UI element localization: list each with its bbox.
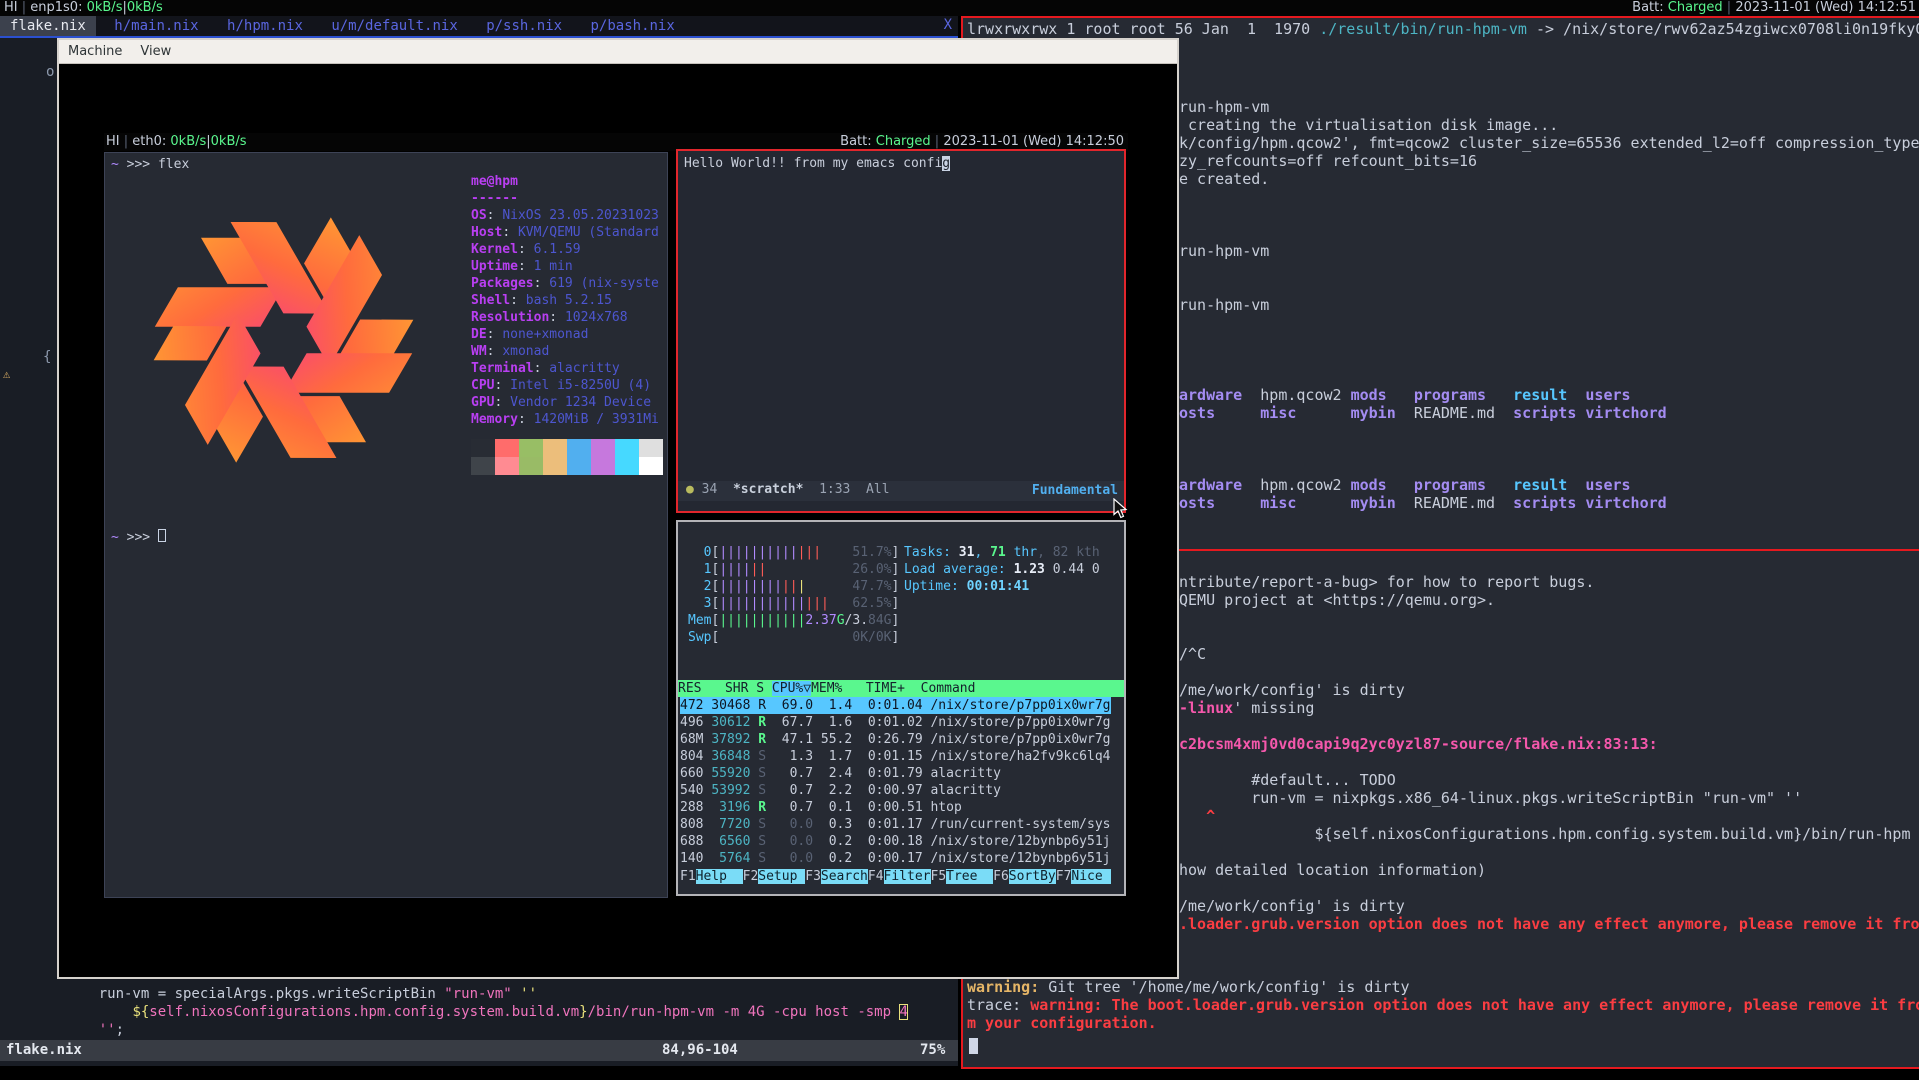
htop-tasks-summary: Tasks: 31, 71 thr, 82 kthLoad average: 1… bbox=[904, 544, 1100, 595]
htop-screen-tabs: MainI/O bbox=[692, 663, 883, 680]
nixos-logo-icon bbox=[111, 175, 456, 505]
htop-function-key-bar[interactable]: F1Help F2Setup F3SearchF4FilterF5Tree F6… bbox=[680, 868, 1111, 885]
qemu-display[interactable]: HI | eth0: 0kB/s|0kB/s Batt: Charged | 2… bbox=[59, 64, 1173, 973]
htop-process-table: 472 30468 R 69.0 1.4 0:01.04 /nix/store/… bbox=[680, 697, 1111, 867]
qemu-vm-window[interactable]: MachineView HI | eth0: 0kB/s|0kB/s Batt:… bbox=[57, 38, 1179, 979]
buffer-fragment: { bbox=[43, 349, 51, 365]
htop-cpu-memory-meters: 0[||||||||||||| 51.7%] 1[|||||| 26.0%] 2… bbox=[688, 544, 899, 646]
htop-table-header[interactable]: RES SHR S CPU%▽MEM% TIME+ Command bbox=[678, 680, 1124, 697]
nix-warning-output: warning: Git tree '/home/me/work/config'… bbox=[967, 978, 1919, 1032]
qemu-menu-bar: MachineView bbox=[59, 40, 1177, 64]
vm-network-status: HI | eth0: 0kB/s|0kB/s bbox=[106, 133, 247, 151]
host-network-status: HI | enp1s0: 0kB/s|0kB/s bbox=[4, 0, 163, 16]
shell-prompt-flex: ~ >>> flex bbox=[111, 156, 189, 173]
vm-screen: HI | eth0: 0kB/s|0kB/s Batt: Charged | 2… bbox=[104, 133, 1128, 901]
host-status-bar: HI | enp1s0: 0kB/s|0kB/s Batt: Charged |… bbox=[0, 0, 1919, 16]
flake-nix-code: run-vm = specialArgs.pkgs.writeScriptBin… bbox=[65, 985, 908, 1039]
editor-tab-bar: flake.nix h/main.nix h/hpm.nix u/m/defau… bbox=[0, 16, 958, 38]
tab-p-bash-nix[interactable]: p/bash.nix bbox=[581, 16, 685, 36]
tab-h-hpm-nix[interactable]: h/hpm.nix bbox=[217, 16, 313, 36]
modeline-buffer-info: ● 34 *scratch* 1:33 All bbox=[686, 481, 890, 499]
tab-p-ssh-nix[interactable]: p/ssh.nix bbox=[476, 16, 572, 36]
shell-prompt-empty: ~ >>> bbox=[111, 529, 166, 546]
modeline-filename: flake.nix bbox=[6, 1040, 82, 1061]
terminal-cursor bbox=[969, 1038, 978, 1054]
vm-emacs-window[interactable]: Hello World!! from my emacs config ● 34 … bbox=[676, 149, 1126, 513]
modeline-position: 84,96-104 bbox=[662, 1040, 738, 1061]
terminal-color-palette bbox=[471, 439, 663, 475]
nix-error-output: ntribute/report-a-bug> for how to report… bbox=[1179, 573, 1919, 933]
tab-close-icon[interactable]: X bbox=[944, 17, 952, 33]
vm-terminal-window[interactable]: ~ >>> flex bbox=[104, 152, 668, 898]
modeline-major-mode: Fundamental bbox=[1032, 481, 1118, 501]
vm-htop-window[interactable]: 0[||||||||||||| 51.7%] 1[|||||| 26.0%] 2… bbox=[676, 520, 1126, 896]
fastfetch-output: me@hpm------OS: NixOS 23.05.20231023Host… bbox=[471, 173, 659, 428]
buffer-fragment: o bbox=[46, 64, 54, 80]
fringe-warning-icon: ⚠ bbox=[3, 367, 10, 381]
qemu-build-output: run-hpm-vm creating the virtualisation d… bbox=[1179, 98, 1919, 512]
scratch-buffer-text: Hello World!! from my emacs config bbox=[684, 155, 950, 172]
mouse-cursor-icon bbox=[1113, 498, 1128, 519]
tab-flake-nix[interactable]: flake.nix bbox=[0, 16, 96, 36]
vm-emacs-modeline: ● 34 *scratch* 1:33 All Fundamental bbox=[678, 481, 1124, 501]
desktop: HI | enp1s0: 0kB/s|0kB/s Batt: Charged |… bbox=[0, 0, 1919, 1080]
modeline-percent: 75% bbox=[920, 1040, 945, 1061]
tab-u-m-default-nix[interactable]: u/m/default.nix bbox=[321, 16, 467, 36]
menu-machine[interactable]: Machine bbox=[59, 44, 131, 59]
tab-h-main-nix[interactable]: h/main.nix bbox=[104, 16, 208, 36]
host-battery-clock: Batt: Charged | 2023-11-01 (Wed) 14:12:5… bbox=[1632, 0, 1916, 16]
menu-view[interactable]: View bbox=[131, 44, 180, 59]
symlink-output-line: lrwxrwxrwx 1 root root 56 Jan 1 1970 ./r… bbox=[967, 20, 1919, 38]
editor-modeline: flake.nix 84,96-104 75% bbox=[0, 1040, 958, 1061]
